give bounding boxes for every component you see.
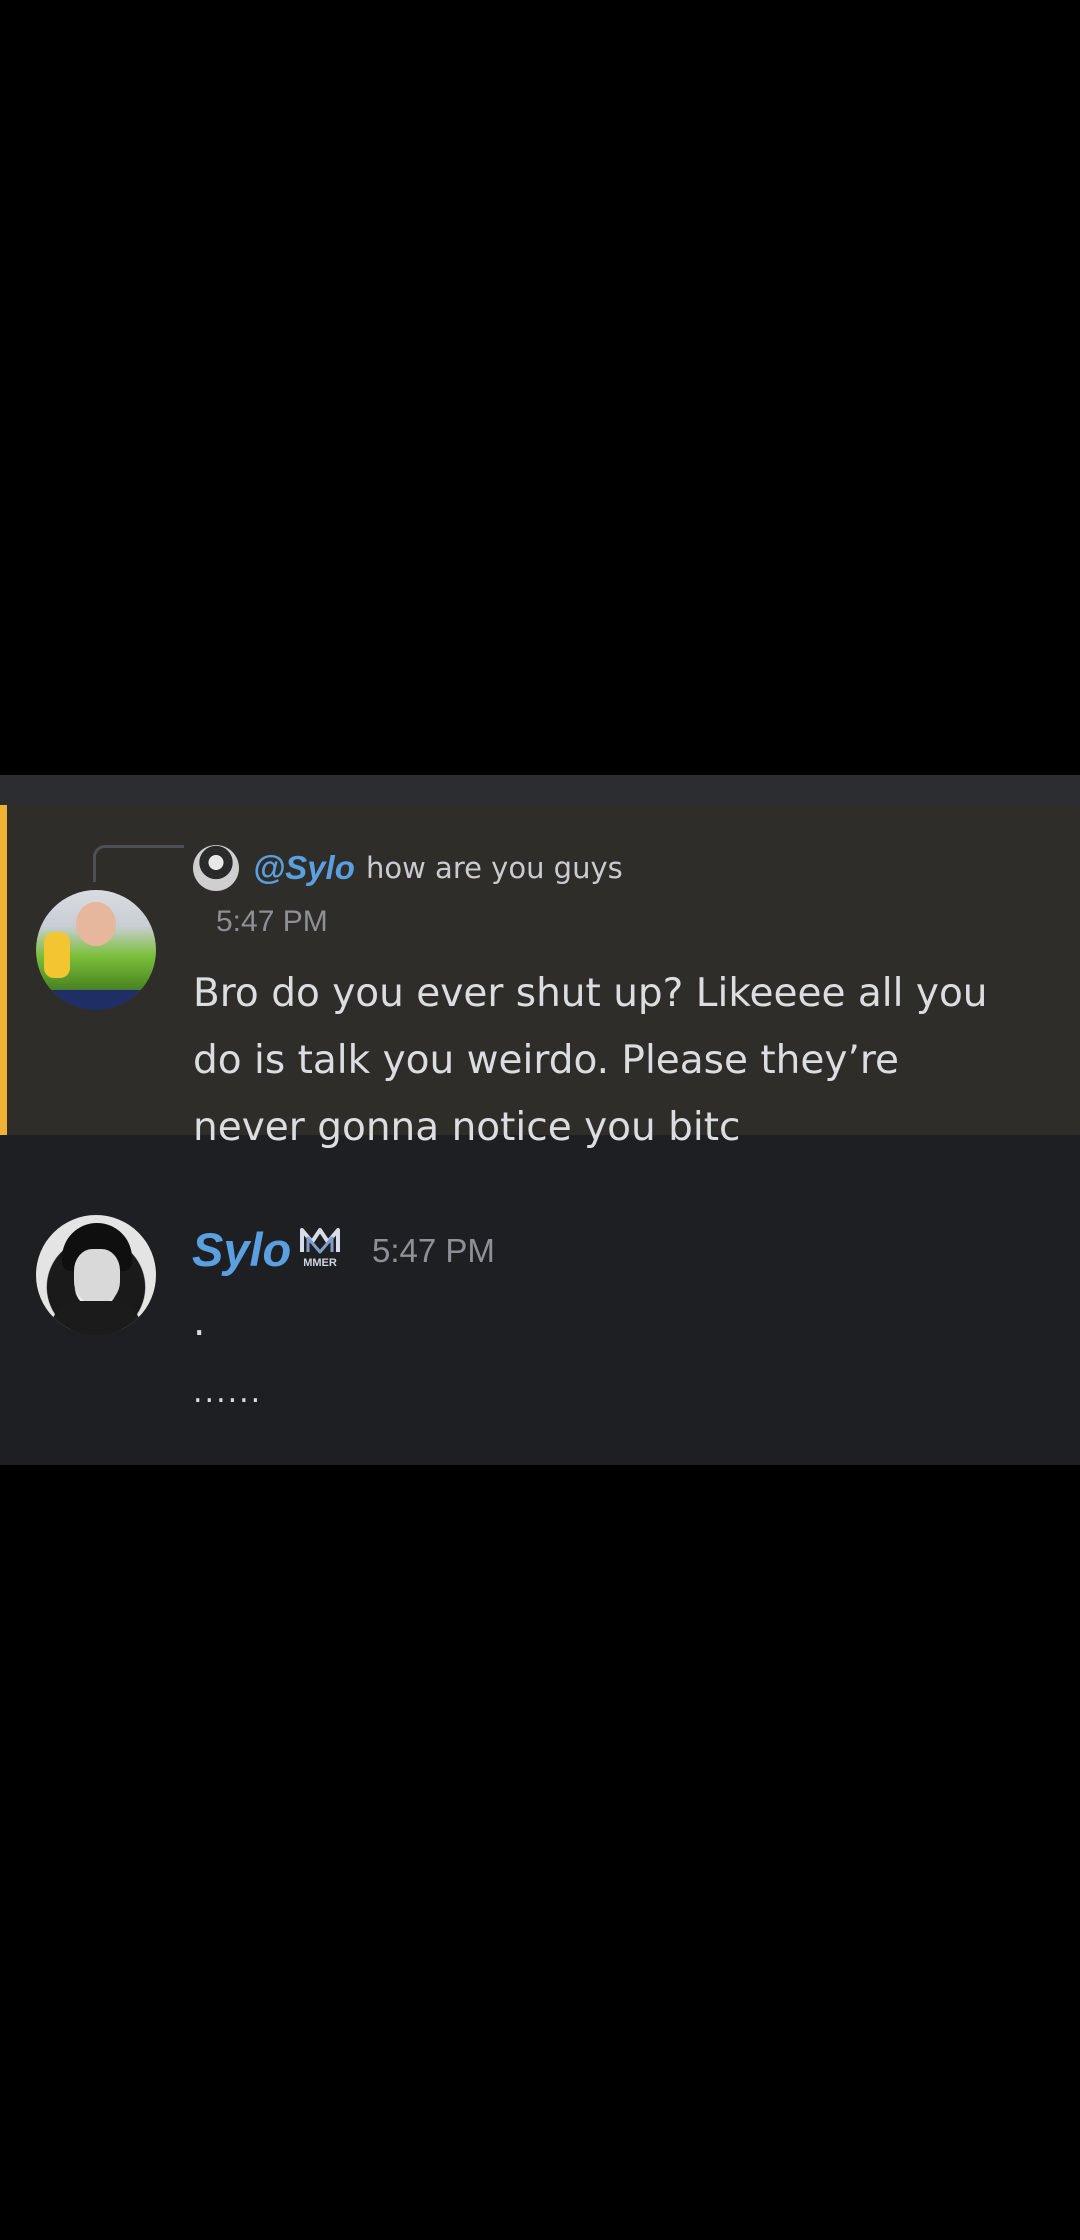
message-line: do is talk you weirdo. Please they’re <box>193 1038 900 1083</box>
message-line: never gonna notice you bitc <box>193 1105 741 1150</box>
mention-highlight-bar <box>0 805 7 1135</box>
message-timestamp: 5:47 PM <box>216 905 328 938</box>
bottom-letterbox <box>0 1465 1080 2240</box>
top-letterbox <box>0 0 1080 775</box>
message-line: ...... <box>193 1375 263 1410</box>
mmer-badge-icon[interactable]: MMER <box>296 1222 344 1270</box>
avatar[interactable] <box>36 1215 156 1335</box>
reply-preview-text[interactable]: how are you guys <box>366 845 623 891</box>
reply-mention[interactable]: @Sylo <box>253 845 355 891</box>
message-timestamp: 5:47 PM <box>372 1232 495 1269</box>
reply-avatar[interactable] <box>193 845 239 891</box>
message-line: . <box>193 1300 206 1345</box>
chat-header-strip <box>0 775 1080 805</box>
message-line: Bro do you ever shut up? Likeeee all you <box>193 971 988 1016</box>
reply-connector-line <box>93 845 184 882</box>
username[interactable]: Sylo <box>192 1220 291 1280</box>
message-content: Bro do you ever shut up? Likeeee all you… <box>193 960 1053 1161</box>
avatar[interactable] <box>36 890 156 1010</box>
svg-text:MMER: MMER <box>303 1257 337 1269</box>
